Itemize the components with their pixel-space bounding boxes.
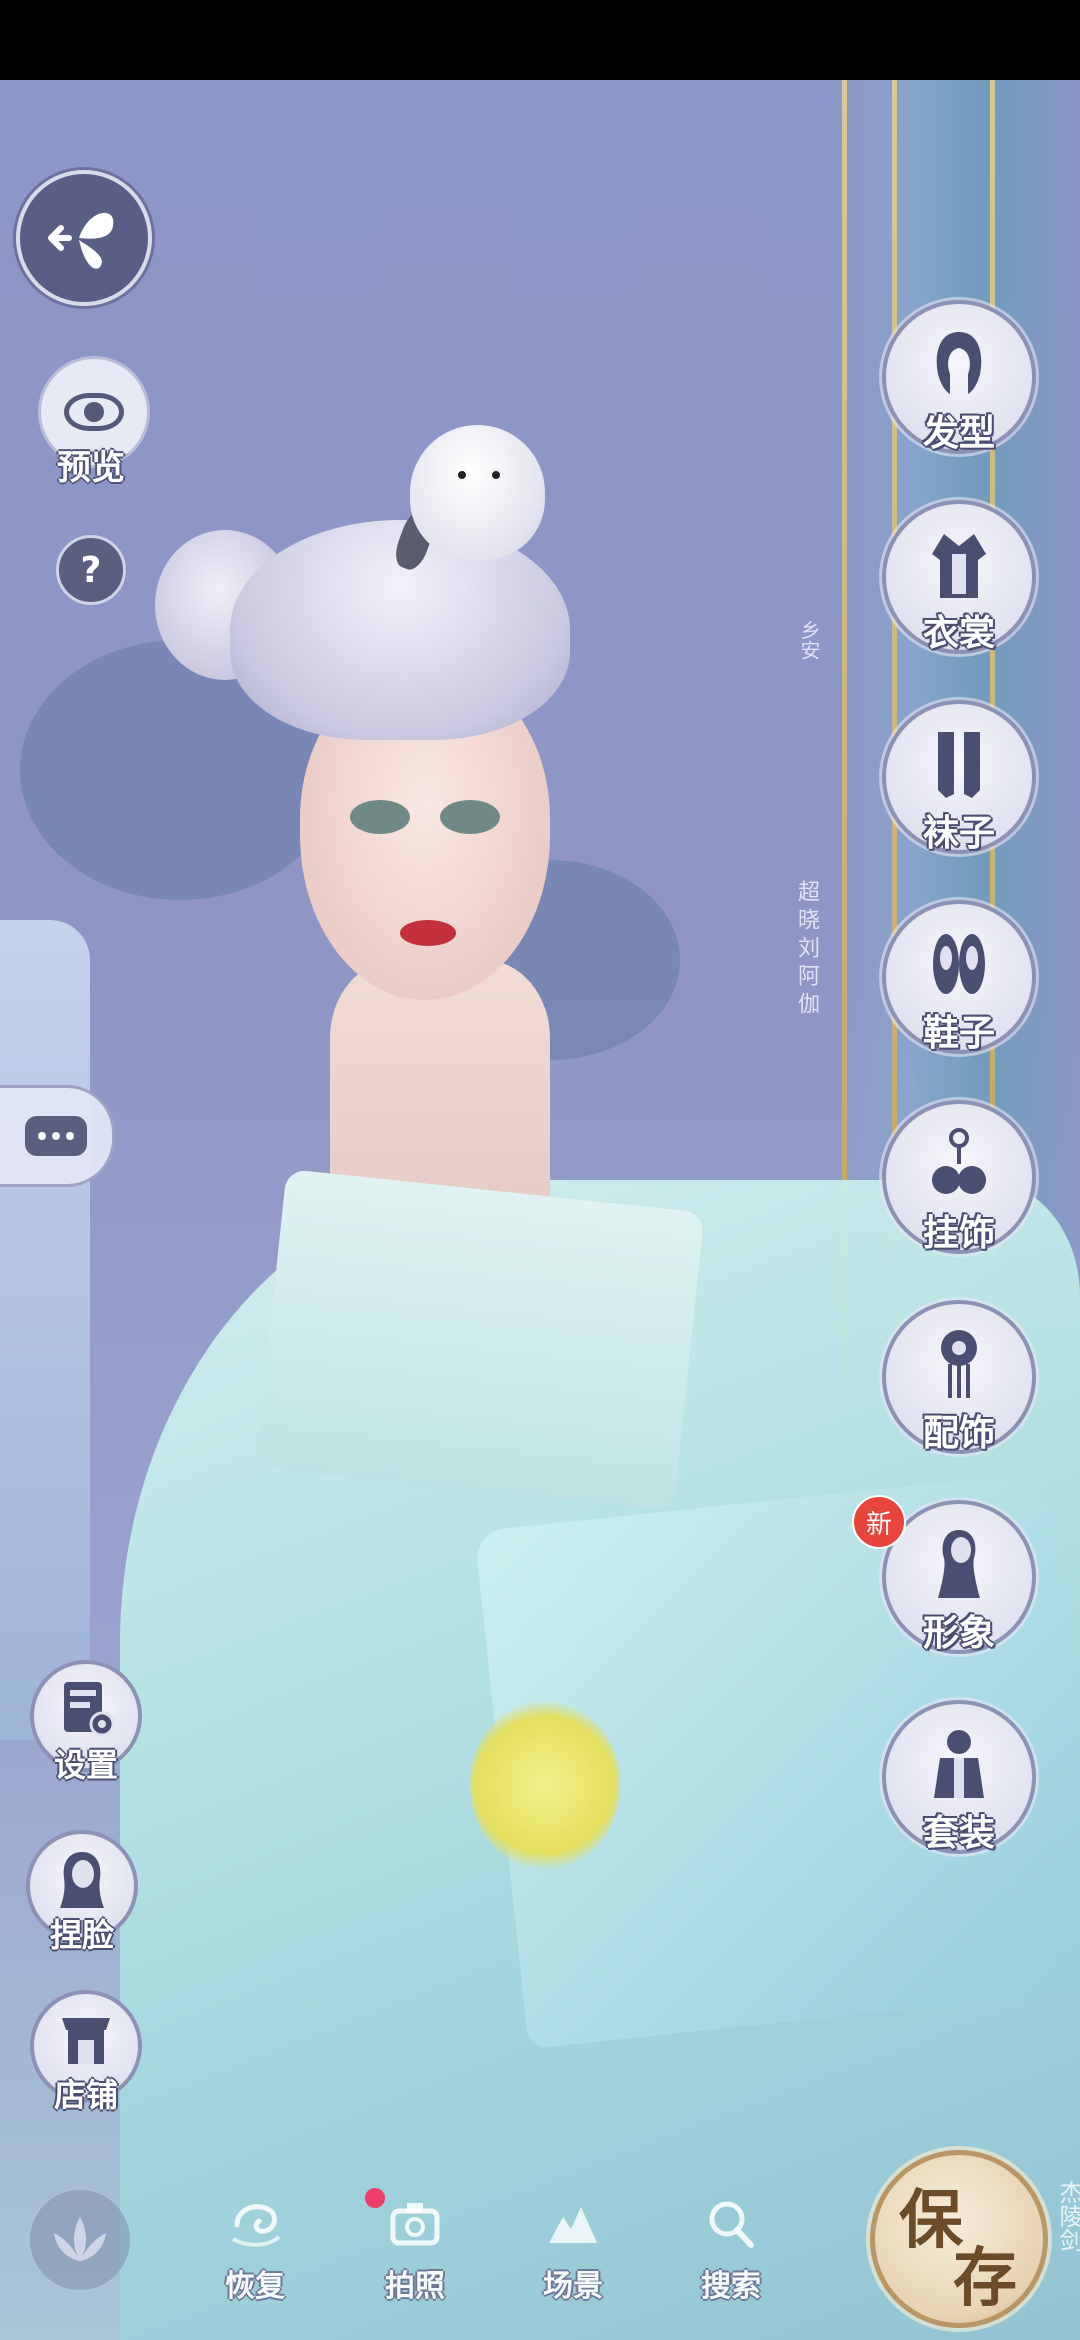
hairstyle-icon [936,332,982,394]
menu-clothing-button[interactable]: 衣裳 [882,500,1036,654]
tab-restore[interactable]: 恢复 [200,2195,310,2315]
menu-pendant-button[interactable]: 挂饰 [882,1100,1036,1254]
menu-clothing-label: 衣裳 [922,612,995,654]
shoes-icon [933,934,985,994]
save-button[interactable]: 保 存 [870,2150,1048,2328]
menu-shoes-button[interactable]: 鞋子 [882,900,1036,1054]
pendant-icon [932,1128,986,1194]
accessory-icon [941,1330,977,1398]
tab-camera[interactable]: 拍照 [360,2195,470,2315]
face-customize-label: 捏脸 [49,1916,114,1954]
preview-label: 预览 [57,448,125,488]
socks-icon [938,732,980,798]
menu-outfit-set-button[interactable]: 套装 [882,1700,1036,1854]
search-icon [709,2201,754,2248]
butterfly-back-icon [48,212,114,269]
settings-label: 设置 [53,1746,118,1784]
tab-camera-label: 拍照 [385,2269,445,2304]
save-char-2: 存 [953,2241,1017,2316]
shop-label: 店铺 [53,2076,118,2114]
corner-text: 杰陵剑 [1055,2180,1080,2252]
chat-button[interactable] [0,1085,115,1187]
character-eye [440,800,500,834]
scene-icon [549,2207,597,2243]
character-eye [350,800,410,834]
menu-pendant-label: 挂饰 [922,1212,995,1254]
menu-socks-label: 袜子 [922,812,995,854]
restore-icon [232,2204,281,2247]
settings-icon [64,1682,114,1737]
menu-accessory-button[interactable]: 配饰 [882,1300,1036,1454]
tab-restore-label: 恢复 [225,2269,285,2304]
ice-crystal-decoration [0,920,90,1740]
menu-hairstyle-label: 发型 [922,412,995,454]
camera-icon [390,2203,440,2246]
tab-scene-label: 场景 [543,2269,603,2304]
bird-eye [458,471,466,479]
appearance-icon [938,1530,980,1598]
white-bird-on-head [410,425,545,560]
back-button[interactable] [16,170,152,306]
lotus-button[interactable] [30,2190,130,2290]
face-customize-button[interactable]: 捏脸 [26,1830,138,1954]
bird-eye [492,471,500,479]
outfit-set-icon [934,1730,984,1798]
menu-shoes-label: 鞋子 [922,1012,995,1054]
settings-button[interactable]: 设置 [30,1660,142,1784]
eye-icon [64,393,124,431]
shop-button[interactable]: 店铺 [30,1990,142,2114]
robe-flower-pattern [470,1700,620,1870]
character-collar [255,1168,705,1512]
clothing-icon [932,534,986,598]
menu-appearance-label: 形象 [922,1612,995,1654]
help-button[interactable]: ? [56,535,126,605]
character-lips [400,920,456,946]
new-badge: 新 [852,1495,906,1549]
face-customize-icon [60,1852,104,1908]
menu-accessory-label: 配饰 [922,1412,995,1454]
calligraphy-text: 超晓刘阿伽 [794,880,819,1020]
status-bar [0,0,1080,80]
tab-search-label: 搜索 [701,2269,761,2304]
menu-hairstyle-button[interactable]: 发型 [882,300,1036,454]
calligraphy-small-text: 乡安 [797,620,821,660]
menu-outfit-set-label: 套装 [922,1812,995,1854]
tab-scene[interactable]: 场景 [518,2195,628,2315]
menu-socks-button[interactable]: 袜子 [882,700,1036,854]
shop-icon [62,2018,110,2064]
chat-bubble-icon [25,1116,87,1156]
lotus-icon [54,2217,106,2261]
tab-search[interactable]: 搜索 [676,2195,786,2315]
